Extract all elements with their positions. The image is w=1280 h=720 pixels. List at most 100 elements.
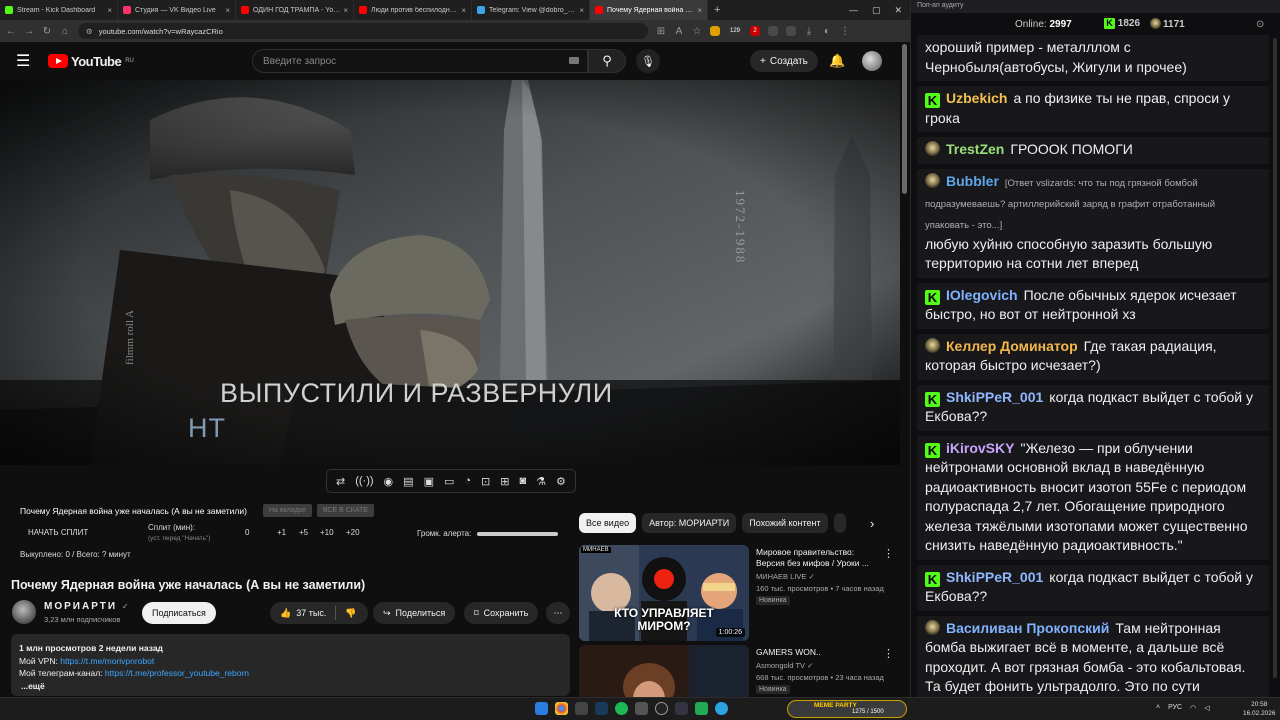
chip-related[interactable]: Похожий контент [742,513,828,533]
forward-icon[interactable]: → [24,26,34,37]
extension-badge-1[interactable]: 129 [728,26,742,36]
extension-icon[interactable] [710,26,720,36]
eye-icon[interactable]: ◉ [384,475,394,488]
maximize-icon[interactable]: ▢ [872,5,881,16]
bell-icon[interactable]: 🔔 [829,53,845,69]
add-1-button[interactable]: +1 [277,528,286,537]
settings-icon[interactable]: ⊙ [1256,19,1264,30]
extension-badge-2[interactable]: 2 [750,26,760,36]
screen-icon[interactable]: ▭ [444,475,454,488]
browser-tab[interactable]: Telegram: View @dobro_2ch × [472,0,590,20]
chat-username[interactable]: ShkiPPeR_001 [946,569,1043,585]
download-icon[interactable]: ⤓ [804,26,814,37]
profile-icon[interactable]: ◐ [822,26,832,37]
spotify-icon[interactable] [615,702,628,715]
flask-icon[interactable]: ⚗ [536,475,546,488]
like-count[interactable]: 37 тыс. [296,608,326,618]
hamburger-icon[interactable]: ☰ [16,51,36,71]
bookmark-star-icon[interactable]: ☆ [692,26,702,37]
like-icon[interactable]: 👍 [280,608,291,619]
share-button[interactable]: ↪ Поделиться [373,602,456,624]
create-button[interactable]: + Создать [750,50,818,72]
more-icon[interactable]: ⋮ [883,547,894,560]
close-tab-icon[interactable]: × [579,6,584,15]
recommended-title[interactable]: Мировое правительство: Версия без мифов … [756,547,881,569]
home-icon[interactable]: ⌂ [60,26,70,37]
chrome-icon[interactable] [555,702,568,715]
subscribe-button[interactable]: Подписаться [142,602,216,624]
search-input[interactable]: Введите запрос [252,49,588,73]
extension-icon[interactable] [768,26,778,36]
telegram-icon[interactable] [715,702,728,715]
menu-icon[interactable]: ⋮ [840,26,850,37]
minimize-icon[interactable]: — [849,5,858,16]
back-icon[interactable]: ← [6,26,16,37]
page-scrollbar[interactable] [902,44,907,194]
chip-all-videos[interactable]: Все видео [579,513,637,533]
chat-username[interactable]: Келлер Доминатор [946,338,1078,354]
extension-icon[interactable] [786,26,796,36]
close-tab-icon[interactable]: × [461,6,466,15]
install-app-icon[interactable]: ⊞ [656,26,666,37]
app-icon[interactable] [675,702,688,715]
wifi-icon[interactable]: ◠ [1190,704,1196,712]
pip-icon[interactable]: ▣ [424,475,434,488]
search-icon[interactable] [575,702,588,715]
chip-author[interactable]: Автор: МОРИАРТИ [642,513,737,533]
app-icon[interactable] [635,702,648,715]
browser-tab[interactable]: Stream - Kick Dashboard × [0,0,118,20]
chevron-up-icon[interactable]: ˄ [1156,704,1160,712]
chevron-right-icon[interactable]: › [870,516,874,531]
chat-username[interactable]: ShkiPPeR_001 [946,389,1043,405]
crop-icon[interactable]: ⊡ [481,475,490,488]
clock[interactable]: 20:58 16.02.2026 [1243,700,1276,718]
close-tab-icon[interactable]: × [107,6,112,15]
browser-tab[interactable]: Люди против беспилоднй: сен× [354,0,472,20]
site-info-icon[interactable]: ⚙ [86,27,93,36]
reload-icon[interactable]: ↻ [42,26,52,37]
chat-username[interactable]: Василиван Прокопский [946,620,1109,636]
url-field[interactable]: ⚙ youtube.com/watch?v=wRaycazCRio [78,23,648,39]
video-thumbnail[interactable]: МИНАЕВ КТО УПРАВЛЯЕТ МИРОМ? 1:00:26 [579,545,749,641]
vpn-link[interactable]: https://t.me/morivpnrobot [60,656,154,666]
loop-icon[interactable]: ⇄ [336,475,345,488]
chip-more[interactable] [833,513,846,533]
app-icon[interactable] [695,702,708,715]
chat-username[interactable]: TrestZen [946,141,1004,157]
close-tab-icon[interactable]: × [343,6,348,15]
description-box[interactable]: 1 млн просмотров 2 недели назад Мой VPN:… [11,634,570,696]
voice-search-button[interactable]: 🎙 [636,49,660,73]
audio-icon[interactable]: ((·)) [355,475,373,487]
keyboard-icon[interactable] [569,57,579,64]
translate-icon[interactable]: A [674,26,684,37]
add-frame-icon[interactable]: ⊞ [500,475,509,488]
recommended-channel[interactable]: Asmongold TV ✓ [756,661,813,670]
alert-volume-slider[interactable] [477,532,558,536]
close-tab-icon[interactable]: × [225,6,230,15]
video-player[interactable]: filmm roll A 1972-1988 ВЫПУСТИЛИ И РАЗВЕ… [0,80,900,465]
avatar[interactable] [862,51,882,71]
speed-icon[interactable]: ◔ [464,475,471,487]
show-more-link[interactable]: ...ещё [21,680,562,693]
add-10-button[interactable]: +10 [320,528,334,537]
meme-party-widget[interactable]: MEME PARTY 1275 / 1500 [787,700,907,718]
more-actions-button[interactable]: ⋯ [546,602,570,624]
chat-scrollbar[interactable] [1273,38,1277,678]
more-icon[interactable]: ⋮ [883,647,894,660]
browser-tab[interactable]: ОДИН ГОД ТРАМПА - YouTube× [236,0,354,20]
recommended-title[interactable]: GAMERS WON.. [756,647,881,658]
obs-icon[interactable] [655,702,668,715]
dislike-icon[interactable]: 👎 [341,608,360,619]
windows-start-icon[interactable] [535,702,548,715]
telegram-link[interactable]: https://t.me/professor_youtube_reborn [105,668,249,678]
new-tab-button[interactable]: + [708,4,726,16]
youtube-logo[interactable]: YouTube RU [48,54,134,69]
browser-tab[interactable]: Почему Ядерная война уже н × [590,0,708,20]
language-indicator[interactable]: РУС [1168,704,1182,712]
recommended-channel[interactable]: МИНАЕВ LIVE ✓ [756,572,815,581]
chat-username[interactable]: iKirovSKY [946,440,1014,456]
video-thumbnail[interactable] [579,645,749,697]
search-button[interactable]: ⚲ [588,49,626,73]
tab-chip[interactable]: На вкладке [263,504,312,517]
close-icon[interactable]: ✕ [894,5,902,16]
